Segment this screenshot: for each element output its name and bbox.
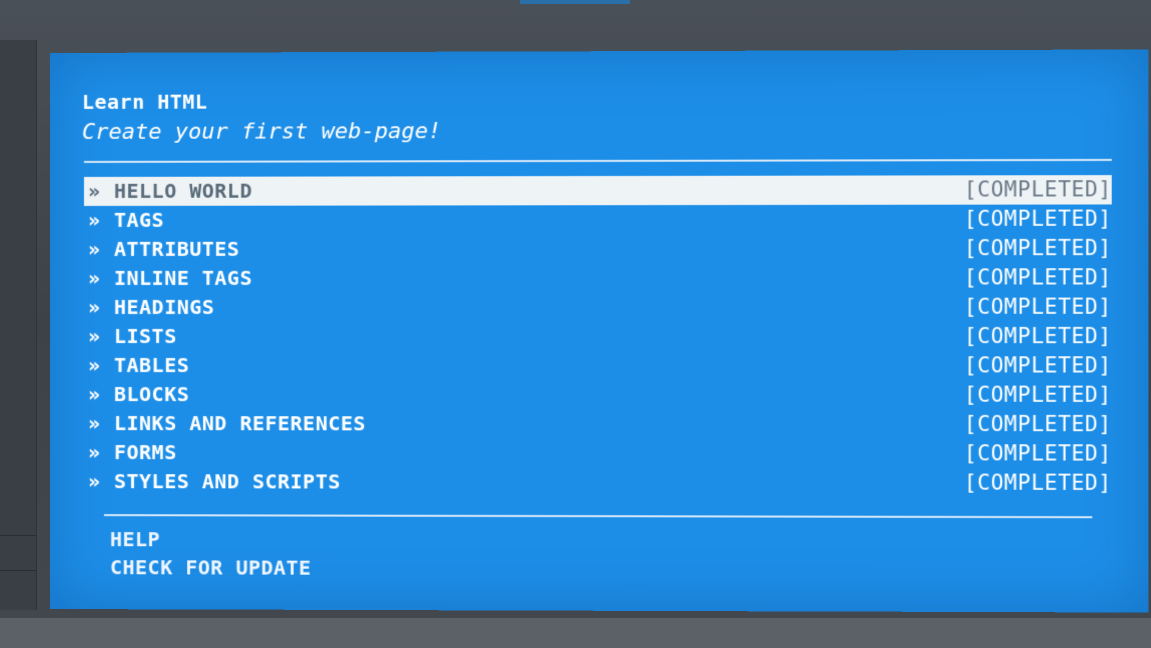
menu-bullet: » [88, 236, 101, 261]
status-badge: [COMPLETED] [963, 235, 1112, 261]
check-for-update-button[interactable]: CHECK FOR UPDATE [110, 553, 311, 582]
menu-item-label: STYLES AND SCRIPTS [114, 469, 341, 494]
app-title: Learn HTML [82, 89, 208, 114]
menu-bullet: » [88, 353, 101, 378]
menu-item-label: LISTS [114, 323, 177, 349]
menu-item-label: TABLES [114, 353, 190, 378]
menu-item-hello-world[interactable]: » HELLO WORLD [COMPLETED] [84, 175, 1112, 206]
status-badge: [COMPLETED] [963, 323, 1112, 349]
menu-item-blocks[interactable]: » BLOCKS [COMPLETED] [84, 380, 1112, 410]
menu-item-label: TAGS [114, 207, 165, 232]
status-badge: [COMPLETED] [963, 206, 1112, 231]
status-badge: [COMPLETED] [963, 265, 1112, 290]
terminal-screen: Learn HTML Create your first web-page! »… [50, 49, 1149, 613]
monitor-bezel-accent [520, 0, 630, 4]
status-badge: [COMPLETED] [963, 470, 1112, 496]
menu-bullet: » [88, 265, 101, 290]
app-header: Learn HTML Create your first web-page! [82, 88, 441, 149]
window-edge-divider [0, 570, 36, 571]
window-edge-divider [0, 535, 36, 536]
menu-item-links-and-references[interactable]: » LINKS AND REFERENCES [COMPLETED] [84, 409, 1112, 439]
menu-item-tables[interactable]: » TABLES [COMPLETED] [84, 351, 1112, 381]
menu-item-label: FORMS [114, 440, 177, 465]
app-subtitle: Create your first web-page! [82, 119, 442, 145]
menu-item-attributes[interactable]: » ATTRIBUTES [COMPLETED] [84, 234, 1112, 264]
menu-bullet: » [88, 469, 101, 494]
adjacent-window-edge [0, 40, 37, 610]
menu-item-forms[interactable]: » FORMS [COMPLETED] [84, 438, 1112, 469]
menu-bullet: » [88, 411, 101, 436]
menu-bullet: » [88, 178, 101, 203]
menu-item-inline-tags[interactable]: » INLINE TAGS [COMPLETED] [84, 263, 1112, 293]
menu-item-tags[interactable]: » TAGS [COMPLETED] [84, 204, 1112, 235]
menu-bullet: » [88, 207, 101, 232]
menu-bullet: » [88, 440, 101, 465]
menu-item-label: HELLO WORLD [114, 178, 253, 203]
status-badge: [COMPLETED] [963, 411, 1112, 437]
status-badge: [COMPLETED] [963, 353, 1112, 378]
menu-item-headings[interactable]: » HEADINGS [COMPLETED] [84, 293, 1112, 322]
menu-bullet: » [88, 323, 101, 349]
monitor-bezel-bottom [0, 618, 1151, 648]
status-badge: [COMPLETED] [963, 294, 1112, 319]
status-badge: [COMPLETED] [963, 441, 1112, 466]
help-button[interactable]: HELP [110, 525, 311, 554]
menu-bullet: » [88, 382, 101, 407]
status-badge: [COMPLETED] [963, 177, 1112, 202]
status-badge: [COMPLETED] [963, 382, 1112, 407]
menu-item-lists[interactable]: » LISTS [COMPLETED] [84, 322, 1112, 351]
menu-item-label: LINKS AND REFERENCES [114, 411, 366, 436]
footer-menu: HELP CHECK FOR UPDATE [110, 525, 311, 582]
footer-divider [104, 514, 1093, 519]
menu-item-label: ATTRIBUTES [114, 236, 240, 261]
menu-item-label: HEADINGS [114, 294, 215, 319]
menu-bullet: » [88, 294, 101, 319]
menu-item-label: BLOCKS [114, 382, 190, 407]
menu-item-styles-and-scripts[interactable]: » STYLES AND SCRIPTS [COMPLETED] [84, 467, 1112, 498]
menu-item-label: INLINE TAGS [114, 265, 253, 290]
lesson-menu: » HELLO WORLD [COMPLETED] » TAGS [COMPLETE… [84, 175, 1112, 498]
header-divider [84, 158, 1112, 163]
